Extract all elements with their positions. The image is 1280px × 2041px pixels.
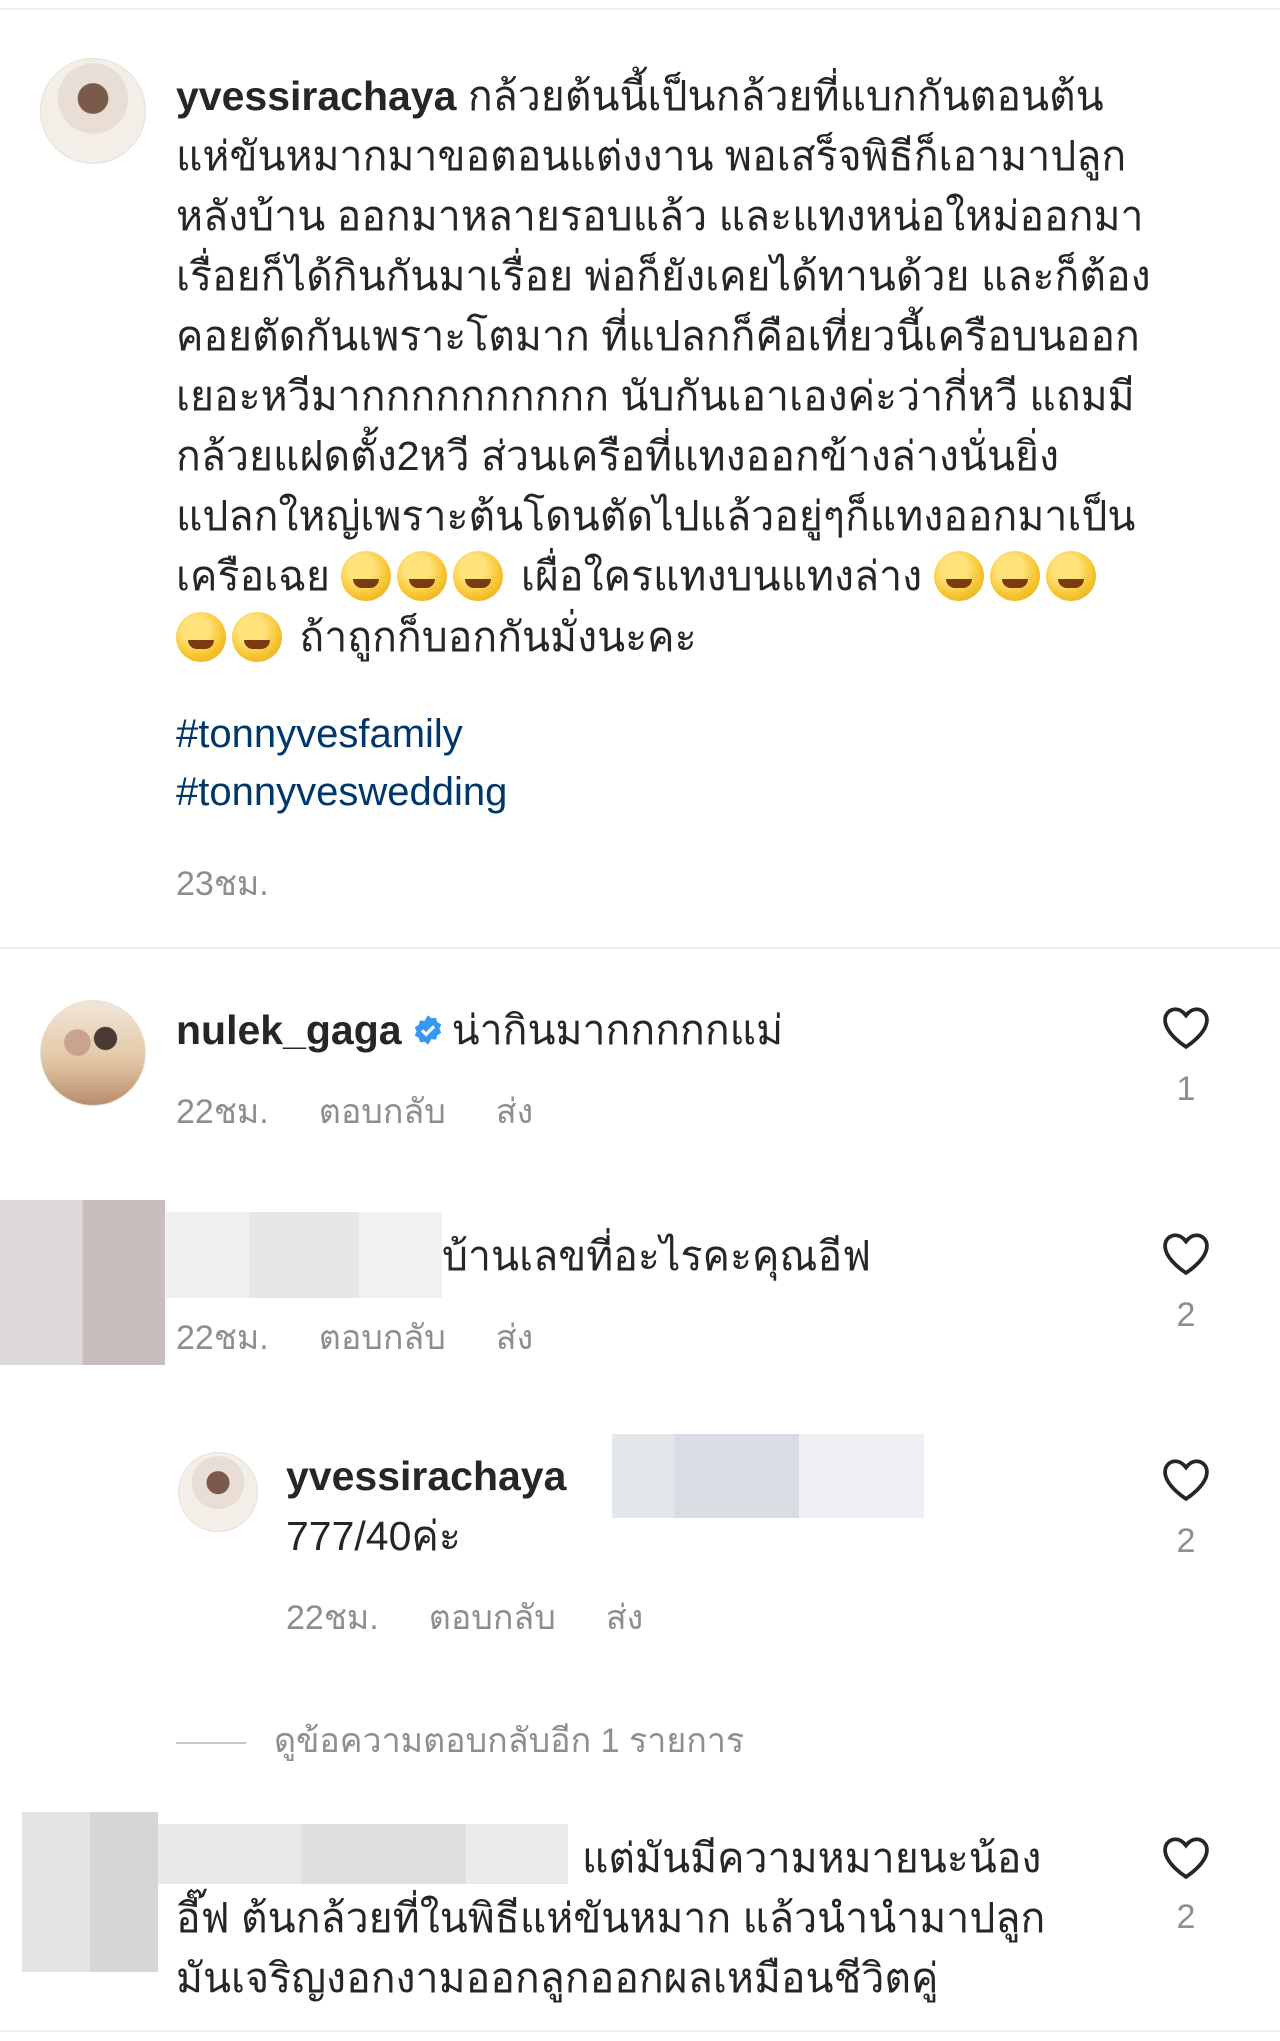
bottom-divider [0, 2030, 1280, 2032]
laughing-emoji-icon [453, 551, 504, 602]
top-divider [0, 8, 1280, 10]
laughing-emoji-icon [1045, 551, 1096, 602]
like-count: 2 [1176, 1898, 1196, 1936]
post-time: 23ชม. [176, 865, 269, 903]
reply-text: 777/40ค่ะ [286, 1513, 461, 1559]
comment-text-line: มันเจริญงอกงามออกลูกออกผลเหมือนชีวิตคู่ [176, 1955, 939, 2001]
divider-line [176, 1742, 246, 1745]
comment-meta: 22ชม. ตอบกลับ ส่ง [176, 1084, 583, 1138]
reply-username[interactable]: yvessirachaya [286, 1453, 566, 1499]
commenter-username[interactable]: nulek_gaga [176, 1007, 402, 1053]
verified-badge-icon [414, 1015, 441, 1045]
comment-time: 22ชม. [176, 1093, 269, 1131]
reply-body: yvessirachaya [286, 1446, 566, 1506]
comment-text-line: แต่มันมีความหมายนะน้อง [582, 1835, 1042, 1881]
commenter-avatar[interactable] [40, 1000, 146, 1106]
laughing-emoji-icon [232, 612, 282, 663]
reply-button[interactable]: ตอบกลับ [319, 1319, 446, 1357]
blurred-avatar [22, 1812, 158, 1972]
caption-line: เครือเฉย เผื่อใครแทงบนแทงล่าง [176, 546, 1236, 607]
caption-text: เผื่อใครแทงบนแทงล่าง [520, 553, 923, 599]
like-count: 2 [1176, 1522, 1196, 1560]
comment-time: 22ชม. [176, 1319, 269, 1357]
laughing-emoji-icon [341, 551, 392, 602]
hashtag-link[interactable]: #tonnyvesfamily [176, 712, 463, 757]
comment-text-line: อี๊ฟ ต้นกล้วยที่ในพิธีแห่ขันหมาก แล้วนำน… [176, 1895, 1046, 1941]
like-heart-icon[interactable] [1160, 1230, 1212, 1276]
like-heart-icon[interactable] [1160, 1834, 1212, 1880]
reply-button[interactable]: ตอบกลับ [429, 1599, 556, 1637]
comment-text: บ้านเลขที่อะไรคะคุณอีฟ [442, 1233, 872, 1279]
laughing-emoji-icon [989, 551, 1040, 602]
laughing-emoji-icon [933, 551, 984, 602]
reply-author-avatar[interactable] [178, 1452, 258, 1532]
blurred-username [158, 1824, 568, 1884]
caption-line: แห่ขันหมากมาขอตอนแต่งงาน พอเสร็จพิธีก็เอ… [176, 133, 1127, 179]
caption-line: เยอะหวีมากกกกกกกกกก นับกันเอาเองค่ะว่ากี… [176, 373, 1135, 419]
caption-line: กล้วยแฝดตั้ง2หวี ส่วนเครือที่แทงออกข้างล… [176, 433, 1060, 479]
send-button[interactable]: ส่ง [496, 1093, 533, 1131]
comment-time: 22ชม. [286, 1599, 379, 1637]
caption-line: หลังบ้าน ออกมาหลายรอบแล้ว และแทงหน่อใหม่… [176, 193, 1144, 239]
hashtag-link[interactable]: #tonnyveswedding [176, 770, 507, 815]
laughing-emoji-icon [397, 551, 448, 602]
caption-line: คอยตัดกันเพราะโตมาก ที่แปลกก็คือเที่ยวนี… [176, 313, 1140, 359]
view-more-replies-button[interactable]: ดูข้อความตอบกลับอีก 1 รายการ [176, 1713, 744, 1767]
caption-line: กล้วยต้นนี้เป็นกล้วยที่แบกกันตอนต้น [467, 73, 1104, 119]
comment-meta: 22ชม. ตอบกลับ ส่ง [176, 1310, 583, 1364]
post-author-avatar[interactable] [40, 58, 146, 164]
blurred-username [166, 1212, 442, 1298]
post-author-username[interactable]: yvessirachaya [176, 73, 456, 119]
blurred-avatar [0, 1200, 165, 1365]
section-divider [0, 947, 1280, 949]
caption-line: ถ้าถูกก็บอกกันมั่งนะคะ [176, 607, 1236, 668]
like-count: 2 [1176, 1296, 1196, 1334]
like-count: 1 [1176, 1070, 1196, 1108]
comment-body: nulek_gaga น่ากินมากกกกกแม่ [176, 1000, 783, 1060]
like-heart-icon[interactable] [1160, 1456, 1212, 1502]
post-caption: yvessirachaya กล้วยต้นนี้เป็นกล้วยที่แบก… [176, 66, 1236, 668]
reply-meta: 22ชม. ตอบกลับ ส่ง [286, 1590, 693, 1644]
laughing-emoji-icon [176, 612, 226, 663]
caption-line: แปลกใหญ่เพราะต้นโดนตัดไปแล้วอยู่ๆก็แทงออ… [176, 493, 1136, 539]
reply-button[interactable]: ตอบกลับ [319, 1093, 446, 1131]
send-button[interactable]: ส่ง [606, 1599, 643, 1637]
view-more-replies-label: ดูข้อความตอบกลับอีก 1 รายการ [274, 1722, 745, 1760]
comment-text: น่ากินมากกกกกแม่ [451, 1007, 784, 1053]
caption-line: เรื่อยก็ได้กินกันมาเรื่อย พ่อก็ยังเคยได้… [176, 253, 1151, 299]
like-heart-icon[interactable] [1160, 1004, 1212, 1050]
blurred-mention [612, 1434, 924, 1518]
caption-text: ถ้าถูกก็บอกกันมั่งนะคะ [299, 614, 697, 661]
caption-text: เครือเฉย [176, 553, 331, 599]
send-button[interactable]: ส่ง [496, 1319, 533, 1357]
